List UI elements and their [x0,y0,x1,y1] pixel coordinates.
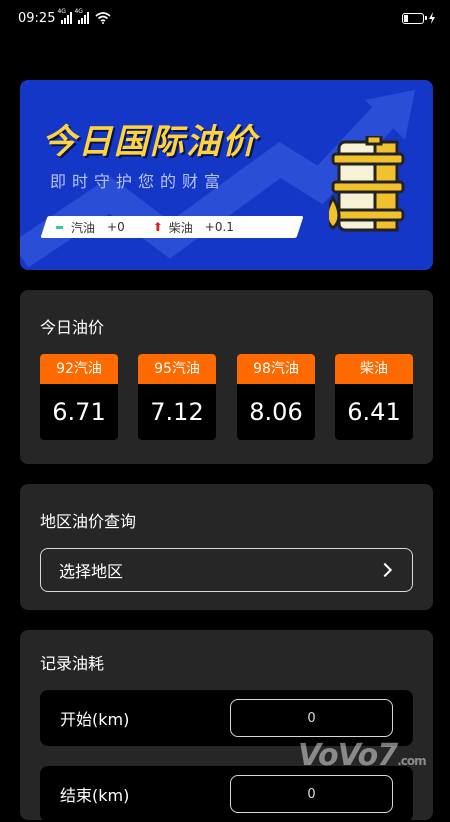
region-query-title: 地区油价查询 [40,512,137,531]
select-region-button[interactable]: 选择地区 [40,548,413,592]
fuel-record-card: 记录油耗 开始(km) 0 结束(km) 0 [20,630,433,822]
price-value: 6.71 [52,398,106,426]
status-time: 09:25 [18,10,56,26]
charging-icon [429,12,435,24]
region-query-card: 地区油价查询 选择地区 [20,484,433,610]
up-arrow-icon: ⬆ [152,220,163,234]
price-name: 92汽油 [40,354,118,384]
flat-icon [56,225,63,229]
end-km-label: 结束(km) [60,786,130,805]
watermark-logo: VoVo7.com [298,738,427,773]
price-value: 8.06 [249,398,303,426]
end-km-input[interactable]: 0 [230,775,393,813]
start-km-label: 开始(km) [60,710,130,729]
banner-subtitle: 即时守护您的财富 [50,172,227,191]
diesel-label: 柴油 [168,220,193,235]
cell-signal-2-icon: 4G [74,8,90,24]
today-price-title: 今日油价 [40,318,105,337]
status-bar: 09:25 4G 4G [0,0,450,36]
price-tile-98[interactable]: 98汽油 8.06 [237,354,315,440]
battery-icon [402,12,427,24]
end-km-row: 结束(km) 0 [40,766,413,822]
start-km-input[interactable]: 0 [230,699,393,737]
chevron-right-icon [377,562,393,578]
banner-change-tag: 汽油 +0 ⬆ 柴油 +0.1 [50,216,300,238]
select-region-label: 选择地区 [59,562,124,581]
gasoline-label: 汽油 [71,220,96,235]
oil-barrel-icon [329,136,405,232]
price-name: 95汽油 [138,354,216,384]
diesel-change: +0.1 [204,220,234,234]
banner-title: 今日国际油价 [42,122,258,162]
wifi-icon [95,12,111,24]
price-value: 6.41 [347,398,401,426]
price-name: 98汽油 [237,354,315,384]
oil-price-banner[interactable]: 今日国际油价 即时守护您的财富 汽油 +0 ⬆ 柴油 +0.1 [20,80,433,270]
price-value: 7.12 [150,398,204,426]
today-price-card: 今日油价 92汽油 6.71 95汽油 7.12 98汽油 8.06 柴油 6.… [20,290,433,464]
price-tile-95[interactable]: 95汽油 7.12 [138,354,216,440]
price-tile-92[interactable]: 92汽油 6.71 [40,354,118,440]
price-name: 柴油 [335,354,413,384]
gasoline-change: +0 [107,220,125,234]
fuel-record-title: 记录油耗 [40,654,105,673]
price-tile-diesel[interactable]: 柴油 6.41 [335,354,413,440]
cell-signal-icon: 4G [57,8,73,24]
